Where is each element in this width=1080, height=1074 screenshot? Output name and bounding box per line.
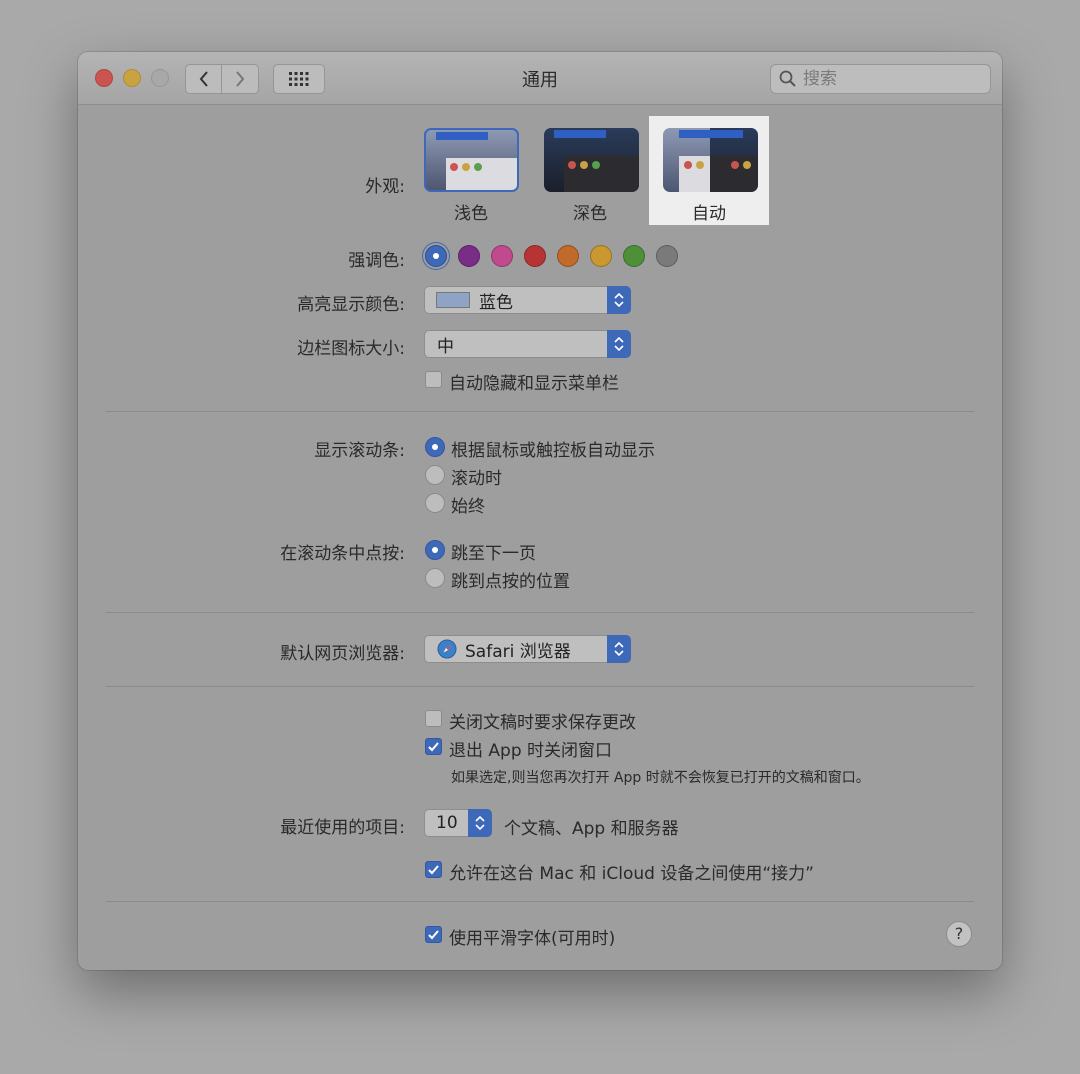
close-windows-note: 如果选定,则当您再次打开 App 时就不会恢复已打开的文稿和窗口。 [451, 770, 870, 786]
font-smoothing-label: 使用平滑字体(可用时) [449, 929, 616, 949]
recent-items-value: 10 [436, 813, 458, 833]
updown-chevron-icon [607, 330, 631, 358]
back-button[interactable] [185, 64, 222, 94]
scrollbars-when-scrolling-label: 滚动时 [451, 469, 502, 489]
updown-chevron-icon [607, 286, 631, 314]
highlight-color-swatch [436, 292, 470, 308]
accent-color-swatch[interactable] [425, 245, 447, 267]
handoff-label: 允许在这台 Mac 和 iCloud 设备之间使用“接力” [449, 864, 814, 884]
default-browser-value: Safari 浏览器 [465, 641, 571, 662]
divider [106, 612, 974, 613]
search-field[interactable] [770, 64, 991, 94]
auto-hide-menu-checkbox[interactable] [425, 371, 442, 388]
sidebar-icon-size-value: 中 [437, 336, 454, 357]
handoff-checkbox[interactable] [425, 861, 442, 878]
accent-color-swatch[interactable] [557, 245, 579, 267]
close-windows-checkbox[interactable] [425, 738, 442, 755]
highlight-color-popup[interactable]: 蓝色 [424, 286, 631, 314]
checkmark-icon [428, 865, 439, 875]
divider [106, 901, 974, 902]
appearance-light-option[interactable] [424, 128, 519, 192]
accent-color-swatch[interactable] [491, 245, 513, 267]
jump-to-spot-label: 跳到点按的位置 [451, 572, 570, 592]
accent-color-swatch[interactable] [656, 245, 678, 267]
scrollbars-auto-radio[interactable] [425, 437, 445, 457]
scrollbars-when-scrolling-radio[interactable] [425, 465, 445, 485]
chevron-left-icon [199, 71, 208, 87]
updown-chevron-icon [607, 635, 631, 663]
forward-button[interactable] [222, 64, 259, 94]
close-windows-label: 退出 App 时关闭窗口 [449, 741, 613, 761]
appearance-dark-option[interactable] [544, 128, 639, 192]
font-smoothing-checkbox[interactable] [425, 926, 442, 943]
grid-icon [289, 72, 309, 86]
show-scrollbars-label: 显示滚动条: [314, 441, 405, 461]
checkmark-icon [428, 742, 439, 752]
accent-color-swatch[interactable] [458, 245, 480, 267]
scrollbars-always-label: 始终 [451, 497, 485, 517]
search-input[interactable] [801, 68, 975, 90]
updown-chevron-icon [468, 809, 492, 837]
jump-next-page-radio[interactable] [425, 540, 445, 560]
help-button[interactable]: ? [946, 921, 972, 947]
title-bar: 通用 [78, 52, 1002, 105]
safari-compass-icon [437, 639, 457, 659]
click-scrollbar-label: 在滚动条中点按: [280, 544, 405, 564]
sidebar-icon-size-label: 边栏图标大小: [297, 339, 405, 359]
divider [106, 686, 974, 687]
appearance-light-label: 浅色 [454, 204, 488, 224]
default-browser-label: 默认网页浏览器: [280, 644, 405, 664]
jump-next-page-label: 跳至下一页 [451, 544, 536, 564]
accent-color-swatch[interactable] [590, 245, 612, 267]
ask-keep-changes-checkbox[interactable] [425, 710, 442, 727]
checkmark-icon [428, 930, 439, 940]
search-icon [779, 70, 796, 87]
appearance-dark-label: 深色 [573, 204, 607, 224]
divider [106, 411, 974, 412]
recent-items-suffix: 个文稿、App 和服务器 [504, 819, 679, 839]
highlight-color-value: 蓝色 [479, 292, 513, 313]
accent-color-label: 强调色: [348, 251, 405, 271]
recent-items-label: 最近使用的项目: [280, 818, 405, 838]
chevron-right-icon [236, 71, 245, 87]
minimize-window-button[interactable] [123, 69, 141, 87]
auto-hide-menu-label: 自动隐藏和显示菜单栏 [449, 374, 619, 394]
scrollbars-auto-label: 根据鼠标或触控板自动显示 [451, 441, 655, 461]
default-browser-popup[interactable]: Safari 浏览器 [424, 635, 631, 663]
show-all-button[interactable] [273, 64, 325, 94]
zoom-window-button[interactable] [151, 69, 169, 87]
accent-color-swatch[interactable] [524, 245, 546, 267]
selected-dot [433, 253, 439, 259]
general-preferences-window: 通用 外观: 浅色 深色 自动 强调色: 高亮显示颜 [78, 52, 1002, 970]
appearance-auto-label: 自动 [692, 204, 726, 224]
jump-to-spot-radio[interactable] [425, 568, 445, 588]
recent-items-popup[interactable]: 10 [424, 809, 492, 837]
accent-color-swatch[interactable] [623, 245, 645, 267]
close-window-button[interactable] [95, 69, 113, 87]
appearance-auto-option[interactable] [663, 128, 758, 192]
scrollbars-always-radio[interactable] [425, 493, 445, 513]
highlight-color-label: 高亮显示颜色: [297, 295, 405, 315]
ask-keep-changes-label: 关闭文稿时要求保存更改 [449, 713, 636, 733]
appearance-label: 外观: [365, 177, 405, 197]
sidebar-icon-size-popup[interactable]: 中 [424, 330, 631, 358]
